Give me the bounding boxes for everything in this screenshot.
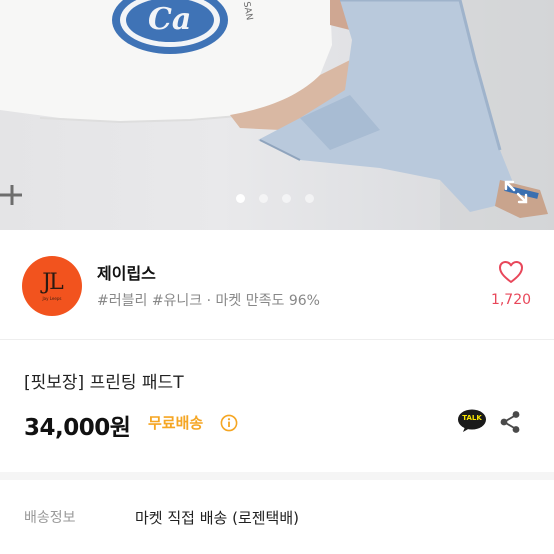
fullscreen-expand-icon[interactable] bbox=[502, 178, 530, 206]
carousel-indicator[interactable] bbox=[236, 194, 314, 203]
product-title: [핏보장] 프린팅 패드T bbox=[24, 373, 184, 393]
carousel-dot-1[interactable] bbox=[236, 194, 245, 203]
share-button[interactable] bbox=[499, 410, 521, 434]
seller-logo-mark: JL bbox=[42, 269, 63, 295]
like-button[interactable]: 1,720 bbox=[488, 260, 534, 308]
product-price: 34,000원 bbox=[24, 415, 131, 441]
like-count: 1,720 bbox=[490, 292, 532, 308]
shipping-info-value: 마켓 직접 배송 (로젠택배) bbox=[135, 509, 300, 527]
carousel-dot-4[interactable] bbox=[305, 194, 314, 203]
seller-tags: #러블리 #유니크 · 마켓 만족도 96% bbox=[97, 293, 320, 309]
carousel-dot-2[interactable] bbox=[259, 194, 268, 203]
kakao-talk-button[interactable]: TALK bbox=[457, 409, 487, 433]
kakao-talk-label: TALK bbox=[462, 414, 482, 422]
section-divider bbox=[0, 472, 554, 480]
product-image[interactable]: Ca SAN bbox=[0, 0, 554, 230]
share-icon bbox=[500, 411, 520, 433]
carousel-dot-3[interactable] bbox=[282, 194, 291, 203]
seller-logo[interactable]: JL Jay Leeps bbox=[22, 256, 82, 316]
free-shipping-badge: 무료배송 bbox=[148, 414, 204, 432]
shipping-info-label: 배송정보 bbox=[24, 510, 76, 526]
seller-name[interactable]: 제이립스 bbox=[97, 260, 156, 284]
info-icon[interactable] bbox=[220, 414, 238, 432]
seller-logo-subtext: Jay Leeps bbox=[42, 295, 62, 301]
heart-icon bbox=[499, 261, 523, 283]
seller-section[interactable]: JL Jay Leeps 제이립스 #러블리 #유니크 · 마켓 만족도 96%… bbox=[0, 230, 554, 340]
shirt-print-text: Ca bbox=[148, 2, 192, 37]
